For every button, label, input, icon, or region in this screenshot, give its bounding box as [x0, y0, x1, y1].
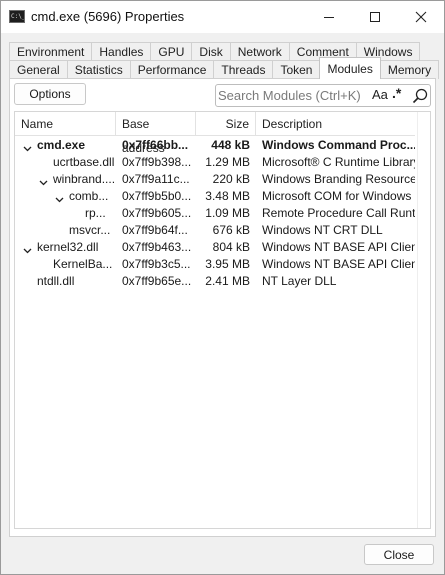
module-size: 3.95 MB	[205, 257, 250, 271]
module-base-address: 0x7ff9b65e...	[122, 274, 192, 288]
tab-threads[interactable]: Threads	[213, 60, 274, 79]
tab-handles[interactable]: Handles	[91, 42, 152, 61]
vertical-scrollbar[interactable]	[417, 112, 430, 528]
module-description: Windows NT BASE API Clien...	[262, 240, 415, 254]
tab-modules[interactable]: Modules	[319, 57, 381, 79]
module-size: 220 kB	[212, 172, 250, 186]
module-base-address: 0x7ff9b3c5...	[122, 257, 191, 271]
minimize-icon	[324, 17, 334, 18]
tab-general[interactable]: General	[9, 60, 68, 79]
module-base-address: 0x7ff9b64f...	[122, 223, 188, 237]
module-size: 1.09 MB	[205, 206, 250, 220]
close-window-button[interactable]	[398, 1, 444, 33]
tab-environment[interactable]: Environment	[9, 42, 93, 61]
module-size: 804 kB	[212, 240, 250, 254]
module-size: 2.41 MB	[205, 274, 250, 288]
regex-toggle[interactable]: .*	[392, 85, 401, 101]
module-name: comb...	[69, 189, 109, 203]
maximize-icon	[370, 12, 380, 22]
chevron-down-icon[interactable]	[55, 192, 64, 206]
column-header-description[interactable]: Description	[256, 112, 415, 136]
cmd-icon: C:\_	[9, 10, 25, 23]
module-base-address: 0x7ff9b5b0...	[122, 189, 192, 203]
module-base-address: 0x7ff66bb...	[122, 138, 189, 152]
close-icon	[415, 11, 427, 23]
window-title: cmd.exe (5696) Properties	[31, 9, 185, 24]
module-description: Windows Command Proc...	[262, 138, 415, 152]
module-row[interactable]: rp... 0x7ff9b605... 1.09 MB Remote Procedur…	[15, 205, 415, 222]
modules-list[interactable]: Name Base address Size Description cmd.e…	[14, 111, 431, 529]
module-row[interactable]: cmd.exe 0x7ff66bb... 448 kB Windows Command…	[15, 137, 415, 154]
module-row[interactable]: winbrand.... 0x7ff9a11c... 220 kB Windows B…	[15, 171, 415, 188]
search-input[interactable]	[218, 87, 366, 104]
column-header-name[interactable]: Name	[15, 112, 116, 136]
properties-window: C:\_ cmd.exe (5696) Properties Environme…	[0, 0, 445, 575]
chevron-down-icon[interactable]	[23, 243, 32, 257]
module-description: Remote Procedure Call Runt...	[262, 206, 415, 220]
tab-network[interactable]: Network	[229, 42, 290, 61]
module-description: Microsoft COM for Windows	[262, 189, 412, 203]
module-description: Microsoft® C Runtime Library	[262, 155, 415, 169]
module-size: 1.29 MB	[205, 155, 250, 169]
module-size: 3.48 MB	[205, 189, 250, 203]
module-name: kernel32.dll	[37, 240, 99, 254]
module-row[interactable]: comb... 0x7ff9b5b0... 3.48 MB Microsoft COM…	[15, 188, 415, 205]
module-base-address: 0x7ff9a11c...	[122, 172, 190, 186]
tab-disk[interactable]: Disk	[191, 42, 231, 61]
tab-performance[interactable]: Performance	[129, 60, 215, 79]
module-description: Windows Branding Resources	[262, 172, 415, 186]
chevron-down-icon[interactable]	[39, 175, 48, 189]
module-row[interactable]: kernel32.dll 0x7ff9b463... 804 kB Windows N…	[15, 239, 415, 256]
module-row[interactable]: KernelBa... 0x7ff9b3c5... 3.95 MB Windows N…	[15, 256, 415, 273]
column-header-base-address[interactable]: Base address	[116, 112, 196, 155]
chevron-down-icon[interactable]	[23, 141, 32, 155]
close-button[interactable]: Close	[364, 544, 434, 565]
tab-token[interactable]: Token	[272, 60, 321, 79]
column-header-size[interactable]: Size	[196, 112, 256, 136]
module-size: 676 kB	[212, 223, 250, 237]
module-row[interactable]: ucrtbase.dll 0x7ff9b398... 1.29 MB Microsof…	[15, 154, 415, 171]
module-size: 448 kB	[211, 138, 250, 152]
maximize-button[interactable]	[352, 1, 398, 33]
module-base-address: 0x7ff9b398...	[122, 155, 192, 169]
module-base-address: 0x7ff9b463...	[122, 240, 192, 254]
title-bar[interactable]: C:\_ cmd.exe (5696) Properties	[1, 1, 444, 33]
tab-statistics[interactable]: Statistics	[66, 60, 131, 79]
tab-gpu[interactable]: GPU	[150, 42, 193, 61]
module-name: cmd.exe	[37, 138, 86, 152]
search-box[interactable]: Aa .*	[215, 84, 431, 107]
module-name: winbrand....	[53, 172, 115, 186]
options-button[interactable]: Options	[14, 83, 86, 105]
module-row[interactable]: ntdll.dll 0x7ff9b65e... 2.41 MB NT Layer DL…	[15, 273, 415, 290]
module-description: Windows NT CRT DLL	[262, 223, 383, 237]
minimize-button[interactable]	[306, 1, 352, 33]
module-description: NT Layer DLL	[262, 274, 337, 288]
module-name: ucrtbase.dll	[53, 155, 115, 169]
tab-strip-bottom: General Statistics Performance Threads Token…	[9, 57, 440, 79]
list-header: Name Base address Size Description	[15, 112, 415, 155]
module-description: Windows NT BASE API Clien...	[262, 257, 415, 271]
module-row[interactable]: msvcr... 0x7ff9b64f... 676 kB Windows NT CR…	[15, 222, 415, 239]
module-name: ntdll.dll	[37, 274, 75, 288]
module-name: KernelBa...	[53, 257, 113, 271]
module-name: rp...	[85, 206, 106, 220]
module-base-address: 0x7ff9b605...	[122, 206, 192, 220]
match-case-toggle[interactable]: Aa	[372, 87, 388, 102]
module-name: msvcr...	[69, 223, 111, 237]
tab-memory[interactable]: Memory	[379, 60, 440, 79]
search-icon[interactable]	[412, 88, 428, 104]
